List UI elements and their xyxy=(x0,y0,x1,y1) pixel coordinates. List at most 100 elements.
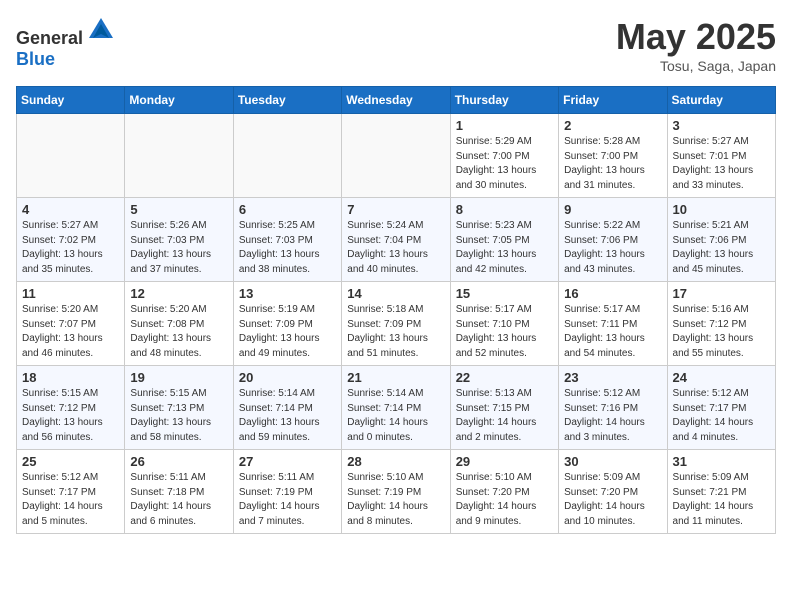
day-detail: Sunrise: 5:10 AM Sunset: 7:20 PM Dayligh… xyxy=(456,471,553,529)
day-detail: Sunrise: 5:23 AM Sunset: 7:05 PM Dayligh… xyxy=(456,219,553,277)
day-number: 31 xyxy=(673,454,770,469)
day-detail: Sunrise: 5:24 AM Sunset: 7:04 PM Dayligh… xyxy=(347,219,444,277)
title-area: May 2025 Tosu, Saga, Japan xyxy=(616,16,776,74)
calendar-cell: 10Sunrise: 5:21 AM Sunset: 7:06 PM Dayli… xyxy=(667,198,775,282)
day-detail: Sunrise: 5:29 AM Sunset: 7:00 PM Dayligh… xyxy=(456,135,553,193)
day-detail: Sunrise: 5:10 AM Sunset: 7:19 PM Dayligh… xyxy=(347,471,444,529)
day-detail: Sunrise: 5:12 AM Sunset: 7:17 PM Dayligh… xyxy=(673,387,770,445)
day-detail: Sunrise: 5:09 AM Sunset: 7:20 PM Dayligh… xyxy=(564,471,661,529)
calendar-cell xyxy=(125,114,233,198)
calendar-cell: 27 Sunrise: 5:11 AM Sunset: 7:19 PM Dayli… xyxy=(233,450,341,534)
calendar-cell: 24 Sunrise: 5:12 AM Sunset: 7:17 PM Dayli… xyxy=(667,366,775,450)
day-number: 24 xyxy=(673,370,770,385)
weekday-header-saturday: Saturday xyxy=(667,87,775,114)
day-detail: Sunrise: 5:09 AM Sunset: 7:21 PM Dayligh… xyxy=(673,471,770,529)
day-number: 17 xyxy=(673,286,770,301)
calendar-cell: 5 Sunrise: 5:26 AM Sunset: 7:03 PM Daylig… xyxy=(125,198,233,282)
calendar-cell: 13 Sunrise: 5:19 AM Sunset: 7:09 PM Dayli… xyxy=(233,282,341,366)
day-number: 11 xyxy=(22,286,119,301)
calendar-cell: 26 Sunrise: 5:11 AM Sunset: 7:18 PM Dayli… xyxy=(125,450,233,534)
logo: General Blue xyxy=(16,16,115,70)
calendar-cell: 9Sunrise: 5:22 AM Sunset: 7:06 PM Daylig… xyxy=(559,198,667,282)
calendar-cell: 28 Sunrise: 5:10 AM Sunset: 7:19 PM Dayli… xyxy=(342,450,450,534)
weekday-header-monday: Monday xyxy=(125,87,233,114)
calendar-cell: 17 Sunrise: 5:16 AM Sunset: 7:12 PM Dayli… xyxy=(667,282,775,366)
header: General Blue May 2025 Tosu, Saga, Japan xyxy=(16,16,776,74)
calendar-title: May 2025 xyxy=(616,16,776,58)
calendar-cell: 31 Sunrise: 5:09 AM Sunset: 7:21 PM Dayli… xyxy=(667,450,775,534)
calendar-cell: 7 Sunrise: 5:24 AM Sunset: 7:04 PM Daylig… xyxy=(342,198,450,282)
calendar-cell: 22 Sunrise: 5:13 AM Sunset: 7:15 PM Dayli… xyxy=(450,366,558,450)
day-detail: Sunrise: 5:14 AM Sunset: 7:14 PM Dayligh… xyxy=(239,387,336,445)
day-number: 1 xyxy=(456,118,553,133)
day-number: 16 xyxy=(564,286,661,301)
day-number: 22 xyxy=(456,370,553,385)
calendar-cell: 15 Sunrise: 5:17 AM Sunset: 7:10 PM Dayli… xyxy=(450,282,558,366)
day-detail: Sunrise: 5:12 AM Sunset: 7:17 PM Dayligh… xyxy=(22,471,119,529)
day-number: 25 xyxy=(22,454,119,469)
calendar-cell: 6 Sunrise: 5:25 AM Sunset: 7:03 PM Daylig… xyxy=(233,198,341,282)
calendar-cell: 25 Sunrise: 5:12 AM Sunset: 7:17 PM Dayli… xyxy=(17,450,125,534)
day-number: 18 xyxy=(22,370,119,385)
calendar-cell: 16 Sunrise: 5:17 AM Sunset: 7:11 PM Dayli… xyxy=(559,282,667,366)
day-detail: Sunrise: 5:13 AM Sunset: 7:15 PM Dayligh… xyxy=(456,387,553,445)
day-detail: Sunrise: 5:18 AM Sunset: 7:09 PM Dayligh… xyxy=(347,303,444,361)
day-detail: Sunrise: 5:15 AM Sunset: 7:12 PM Dayligh… xyxy=(22,387,119,445)
calendar-cell: 21 Sunrise: 5:14 AM Sunset: 7:14 PM Dayli… xyxy=(342,366,450,450)
calendar-cell: 11 Sunrise: 5:20 AM Sunset: 7:07 PM Dayli… xyxy=(17,282,125,366)
day-number: 30 xyxy=(564,454,661,469)
calendar-table: SundayMondayTuesdayWednesdayThursdayFrid… xyxy=(16,86,776,534)
day-number: 21 xyxy=(347,370,444,385)
day-detail: Sunrise: 5:26 AM Sunset: 7:03 PM Dayligh… xyxy=(130,219,227,277)
day-detail: Sunrise: 5:17 AM Sunset: 7:11 PM Dayligh… xyxy=(564,303,661,361)
calendar-cell: 23Sunrise: 5:12 AM Sunset: 7:16 PM Dayli… xyxy=(559,366,667,450)
day-number: 7 xyxy=(347,202,444,217)
weekday-header-tuesday: Tuesday xyxy=(233,87,341,114)
calendar-cell xyxy=(17,114,125,198)
day-detail: Sunrise: 5:20 AM Sunset: 7:07 PM Dayligh… xyxy=(22,303,119,361)
day-number: 14 xyxy=(347,286,444,301)
calendar-cell: 8Sunrise: 5:23 AM Sunset: 7:05 PM Daylig… xyxy=(450,198,558,282)
calendar-week-row: 11 Sunrise: 5:20 AM Sunset: 7:07 PM Dayli… xyxy=(17,282,776,366)
day-number: 6 xyxy=(239,202,336,217)
calendar-cell xyxy=(233,114,341,198)
day-number: 3 xyxy=(673,118,770,133)
day-detail: Sunrise: 5:16 AM Sunset: 7:12 PM Dayligh… xyxy=(673,303,770,361)
day-detail: Sunrise: 5:25 AM Sunset: 7:03 PM Dayligh… xyxy=(239,219,336,277)
logo-icon xyxy=(87,16,115,44)
calendar-cell: 18 Sunrise: 5:15 AM Sunset: 7:12 PM Dayli… xyxy=(17,366,125,450)
day-detail: Sunrise: 5:20 AM Sunset: 7:08 PM Dayligh… xyxy=(130,303,227,361)
day-number: 15 xyxy=(456,286,553,301)
calendar-week-row: 4Sunrise: 5:27 AM Sunset: 7:02 PM Daylig… xyxy=(17,198,776,282)
calendar-cell: 4Sunrise: 5:27 AM Sunset: 7:02 PM Daylig… xyxy=(17,198,125,282)
day-number: 27 xyxy=(239,454,336,469)
day-detail: Sunrise: 5:12 AM Sunset: 7:16 PM Dayligh… xyxy=(564,387,661,445)
calendar-cell: 19Sunrise: 5:15 AM Sunset: 7:13 PM Dayli… xyxy=(125,366,233,450)
calendar-cell: 3 Sunrise: 5:27 AM Sunset: 7:01 PM Daylig… xyxy=(667,114,775,198)
calendar-cell: 1 Sunrise: 5:29 AM Sunset: 7:00 PM Daylig… xyxy=(450,114,558,198)
weekday-header-friday: Friday xyxy=(559,87,667,114)
day-number: 20 xyxy=(239,370,336,385)
day-number: 26 xyxy=(130,454,227,469)
day-detail: Sunrise: 5:11 AM Sunset: 7:18 PM Dayligh… xyxy=(130,471,227,529)
day-detail: Sunrise: 5:11 AM Sunset: 7:19 PM Dayligh… xyxy=(239,471,336,529)
day-number: 28 xyxy=(347,454,444,469)
calendar-cell: 20 Sunrise: 5:14 AM Sunset: 7:14 PM Dayli… xyxy=(233,366,341,450)
weekday-header-thursday: Thursday xyxy=(450,87,558,114)
calendar-cell: 12Sunrise: 5:20 AM Sunset: 7:08 PM Dayli… xyxy=(125,282,233,366)
day-number: 5 xyxy=(130,202,227,217)
day-detail: Sunrise: 5:14 AM Sunset: 7:14 PM Dayligh… xyxy=(347,387,444,445)
day-detail: Sunrise: 5:17 AM Sunset: 7:10 PM Dayligh… xyxy=(456,303,553,361)
day-detail: Sunrise: 5:19 AM Sunset: 7:09 PM Dayligh… xyxy=(239,303,336,361)
day-number: 13 xyxy=(239,286,336,301)
day-number: 29 xyxy=(456,454,553,469)
calendar-week-row: 18 Sunrise: 5:15 AM Sunset: 7:12 PM Dayli… xyxy=(17,366,776,450)
day-detail: Sunrise: 5:27 AM Sunset: 7:01 PM Dayligh… xyxy=(673,135,770,193)
calendar-cell: 30 Sunrise: 5:09 AM Sunset: 7:20 PM Dayli… xyxy=(559,450,667,534)
calendar-subtitle: Tosu, Saga, Japan xyxy=(616,58,776,74)
day-number: 4 xyxy=(22,202,119,217)
day-detail: Sunrise: 5:21 AM Sunset: 7:06 PM Dayligh… xyxy=(673,219,770,277)
day-number: 2 xyxy=(564,118,661,133)
calendar-cell: 29 Sunrise: 5:10 AM Sunset: 7:20 PM Dayli… xyxy=(450,450,558,534)
logo-blue: Blue xyxy=(16,49,55,69)
